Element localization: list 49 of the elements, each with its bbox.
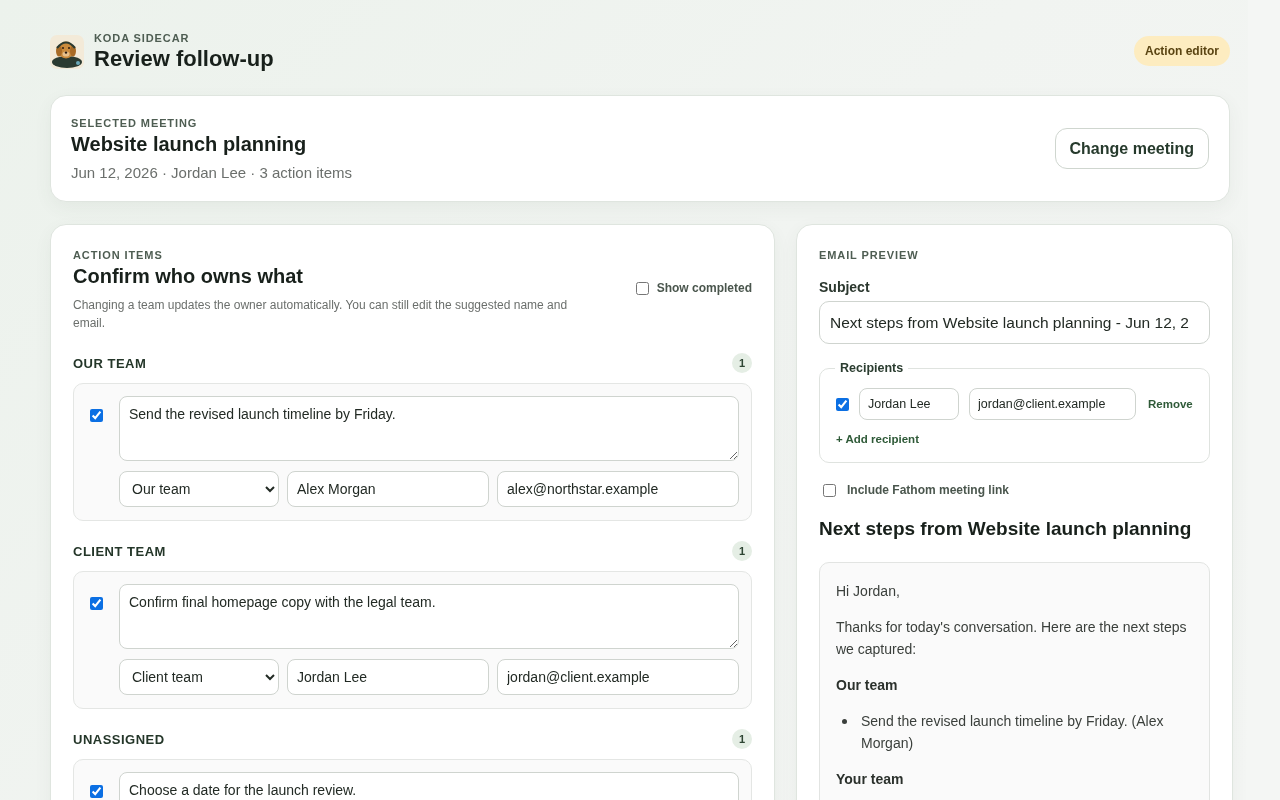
- team-select[interactable]: Our team: [119, 471, 279, 507]
- email-paragraph: Thanks for today's conversation. Here are the next steps we captured:: [836, 618, 1188, 659]
- bullet-icon: [842, 719, 847, 724]
- app-name: KODA SIDECAR: [94, 32, 191, 44]
- section-label: SELECTED MEETING: [71, 116, 199, 129]
- email-paragraph: Hi Jordan,: [836, 582, 901, 601]
- team-select[interactable]: Client team: [119, 659, 279, 695]
- count-badge: 1: [732, 541, 752, 561]
- action-text-field[interactable]: Choose a date for the launch review.: [119, 772, 739, 800]
- meeting-title: Website launch planning: [71, 132, 308, 156]
- show-completed-checkbox[interactable]: [635, 281, 649, 295]
- section-label: EMAIL PREVIEW: [819, 249, 920, 261]
- owner-email-field[interactable]: alex@northstar.example: [497, 471, 739, 507]
- subject-field[interactable]: Next steps from Website launch planning - Jun 12, 2: [819, 301, 1210, 344]
- field-label: Subject: [819, 279, 871, 295]
- owner-name-field[interactable]: Jordan Lee: [287, 659, 489, 695]
- group-title: UNASSIGNED: [73, 731, 165, 747]
- count-badge: 1: [732, 353, 752, 373]
- action-text-field[interactable]: Send the revised launch timeline by Friday.: [119, 396, 739, 461]
- checkbox-label: Show completed: [656, 281, 752, 295]
- recipient-checkbox[interactable]: [836, 397, 849, 411]
- group-legend: Recipients: [835, 361, 909, 375]
- section-label: ACTION ITEMS: [73, 249, 164, 261]
- dog-icon: [50, 35, 84, 69]
- checkbox-label: Include Fathom meeting link: [847, 483, 1010, 497]
- item-checkbox[interactable]: [90, 785, 103, 798]
- recipient-email-field[interactable]: jordan@client.example: [969, 388, 1136, 420]
- owner-email-field[interactable]: jordan@client.example: [497, 659, 739, 695]
- panel-description: Changing a team updates the owner automatically. You can still edit the suggested name and email.: [73, 297, 569, 332]
- group-title: CLIENT TEAM: [73, 543, 166, 559]
- action-text-field[interactable]: Confirm final homepage copy with the legal team.: [119, 584, 739, 649]
- include-link-checkbox[interactable]: [823, 483, 836, 497]
- page-title: Review follow-up: [94, 46, 274, 72]
- change-meeting-button[interactable]: Change meeting: [1054, 128, 1209, 169]
- email-list-item: Send the revised launch timeline by Friday. (Alex Morgan): [861, 712, 1165, 753]
- mode-badge: Action editor: [1134, 36, 1230, 66]
- email-section-heading: Our team: [836, 676, 899, 695]
- item-checkbox[interactable]: [90, 597, 103, 610]
- group-title: OUR TEAM: [73, 355, 147, 371]
- owner-name-field[interactable]: Alex Morgan: [287, 471, 489, 507]
- meeting-meta: Jun 12, 2026 · Jordan Lee · 3 action items: [71, 163, 352, 181]
- remove-link[interactable]: Remove: [1148, 398, 1193, 410]
- add-recipient-link[interactable]: + Add recipient: [836, 433, 919, 445]
- email-section-heading: Your team: [836, 770, 905, 789]
- item-checkbox[interactable]: [90, 409, 103, 422]
- recipient-name-field[interactable]: Jordan Lee: [859, 388, 959, 420]
- panel-title: Confirm who owns what: [73, 265, 304, 288]
- email-heading: Next steps from Website launch planning: [819, 518, 1193, 540]
- count-badge: 1: [732, 729, 752, 749]
